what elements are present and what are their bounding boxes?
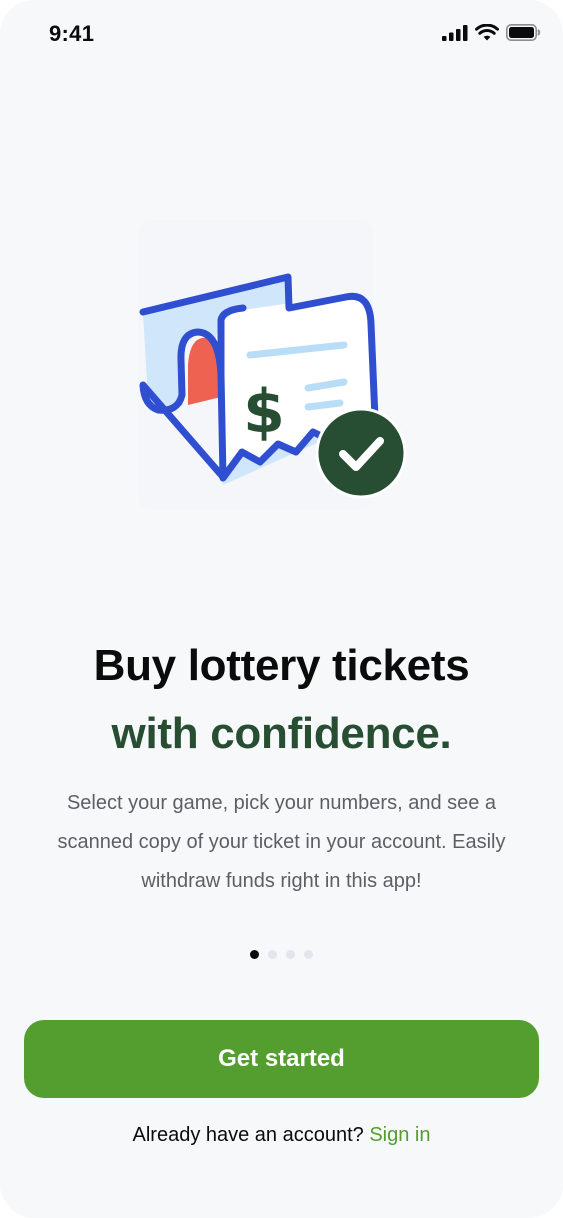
status-time: 9:41 [49, 21, 95, 46]
cellular-signal-icon [442, 24, 468, 46]
page-dot-4[interactable] [304, 950, 313, 959]
wifi-icon [475, 23, 499, 46]
headline-accent: with confidence. [111, 709, 452, 758]
status-bar: 9:41 [0, 0, 563, 70]
svg-text:$: $ [243, 377, 285, 447]
sign-in-link[interactable]: Sign in [369, 1124, 430, 1146]
onboarding-screen: 9:41 $ Buy lottery tickets with confiden… [0, 0, 563, 1218]
receipt-illustration: $ [118, 200, 418, 520]
status-icons [442, 23, 541, 46]
page-dot-2[interactable] [268, 950, 277, 959]
description-text: Select your game, pick your numbers, and… [57, 792, 506, 892]
get-started-button[interactable]: Get started [24, 1020, 539, 1098]
page-indicator [0, 950, 563, 959]
receipt-check-icon: $ [138, 220, 407, 510]
page-dot-1[interactable] [250, 950, 259, 959]
signin-prompt: Already have an account? [132, 1124, 364, 1146]
page-dot-3[interactable] [286, 950, 295, 959]
headline: Buy lottery tickets [93, 641, 470, 690]
signin-row: Already have an account? Sign in [0, 1120, 563, 1150]
battery-icon [506, 24, 541, 46]
